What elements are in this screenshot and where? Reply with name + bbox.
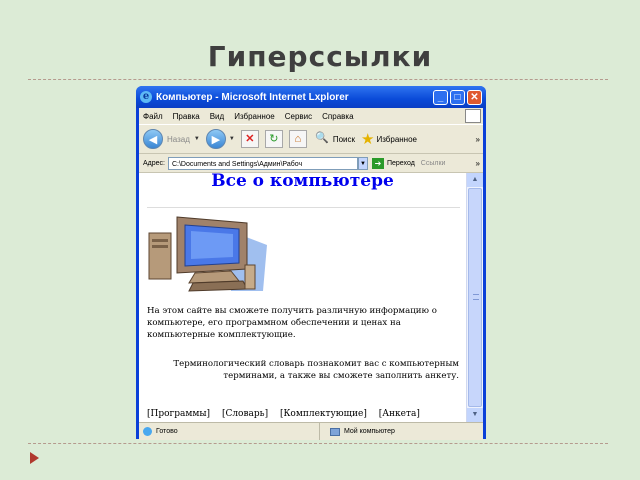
browser-window: e Компьютер - Microsoft Internet Lxplore… xyxy=(136,86,486,440)
toolbar: ◀ Назад ▼ ▶ ▼ ✕ ↻ ⌂ 🔍 Поиск ★ Избранное … xyxy=(139,125,483,154)
back-label[interactable]: Назад xyxy=(167,135,190,144)
refresh-icon[interactable]: ↻ xyxy=(264,130,283,148)
menu-file[interactable]: Файл xyxy=(143,112,163,121)
scroll-down-icon[interactable]: ▼ xyxy=(467,408,483,422)
menu-bar: Файл Правка Вид Избранное Сервис Справка xyxy=(139,108,483,125)
links-label[interactable]: Ссылки xyxy=(421,160,446,167)
go-button[interactable]: Переход xyxy=(387,160,415,167)
windows-flag-icon xyxy=(465,109,481,123)
search-button[interactable]: Поиск xyxy=(333,135,355,144)
divider-bottom xyxy=(28,443,608,444)
scroll-thumb[interactable] xyxy=(468,188,482,407)
status-text: Готово xyxy=(156,428,178,435)
horizontal-rule xyxy=(147,207,460,208)
slide-title: Гиперссылки xyxy=(207,40,433,73)
vertical-scrollbar[interactable]: ▲ ▼ xyxy=(466,173,483,422)
scroll-grip-icon xyxy=(473,294,479,300)
page-status-icon xyxy=(143,427,152,436)
link-components[interactable]: [Комплектующие] xyxy=(280,409,367,419)
back-dropdown-icon[interactable]: ▼ xyxy=(194,136,200,142)
document-area: Все о компьютере На этом сайте вы сможет… xyxy=(139,173,466,422)
page-heading: Все о компьютере xyxy=(211,173,394,191)
link-survey[interactable]: [Анкета] xyxy=(379,409,420,419)
menu-view[interactable]: Вид xyxy=(210,112,224,121)
page-content: Все о компьютере На этом сайте вы сможет… xyxy=(139,173,483,422)
address-input[interactable]: C:\Documents and Settings\Админ\Рабоч xyxy=(167,156,358,170)
zone-text: Мой компьютер xyxy=(344,428,395,435)
search-icon[interactable]: 🔍 xyxy=(313,130,331,148)
menu-help[interactable]: Справка xyxy=(322,112,353,121)
link-glossary[interactable]: [Словарь] xyxy=(222,409,268,419)
menu-edit[interactable]: Правка xyxy=(173,112,200,121)
scroll-up-icon[interactable]: ▲ xyxy=(467,173,483,187)
address-more-chevron[interactable]: » xyxy=(476,159,480,168)
status-bar: Готово Мой компьютер xyxy=(139,422,483,440)
address-dropdown-icon[interactable]: ▼ xyxy=(357,156,368,170)
link-programs[interactable]: [Программы] xyxy=(147,409,210,419)
address-label: Адрес: xyxy=(143,159,165,167)
divider-top xyxy=(28,79,608,80)
stop-icon[interactable]: ✕ xyxy=(240,130,259,148)
close-button[interactable]: ✕ xyxy=(467,89,482,105)
intro-paragraph: На этом сайте вы сможете получить различ… xyxy=(147,306,437,340)
glossary-paragraph: Терминологический словарь познакомит вас… xyxy=(173,359,459,381)
internet-explorer-icon: e xyxy=(140,91,152,103)
menu-favorites[interactable]: Избранное xyxy=(234,112,275,121)
title-bar[interactable]: e Компьютер - Microsoft Internet Lxplore… xyxy=(136,86,486,108)
menu-tools[interactable]: Сервис xyxy=(285,112,312,121)
toolbar-more-chevron[interactable]: » xyxy=(476,135,480,144)
nav-links: [Программы] [Словарь] [Комплектующие] [А… xyxy=(147,409,429,419)
home-icon[interactable]: ⌂ xyxy=(288,130,307,148)
bullet-arrow-icon xyxy=(30,452,39,464)
window-title: Компьютер - Microsoft Internet Lxplorer xyxy=(156,91,349,103)
favorites-button[interactable]: Избранное xyxy=(376,135,417,144)
favorites-star-icon[interactable]: ★ xyxy=(361,130,374,148)
address-bar: Адрес: C:\Documents and Settings\Админ\Р… xyxy=(139,154,483,173)
maximize-button[interactable]: □ xyxy=(450,89,465,105)
forward-dropdown-icon[interactable]: ▼ xyxy=(229,136,235,142)
go-arrow-icon[interactable]: ➔ xyxy=(371,157,384,169)
forward-arrow-icon[interactable]: ▶ xyxy=(205,129,226,149)
back-arrow-icon[interactable]: ◀ xyxy=(143,129,163,149)
computer-illustration xyxy=(148,216,267,292)
minimize-button[interactable]: _ xyxy=(433,89,448,105)
my-computer-icon xyxy=(330,427,340,436)
